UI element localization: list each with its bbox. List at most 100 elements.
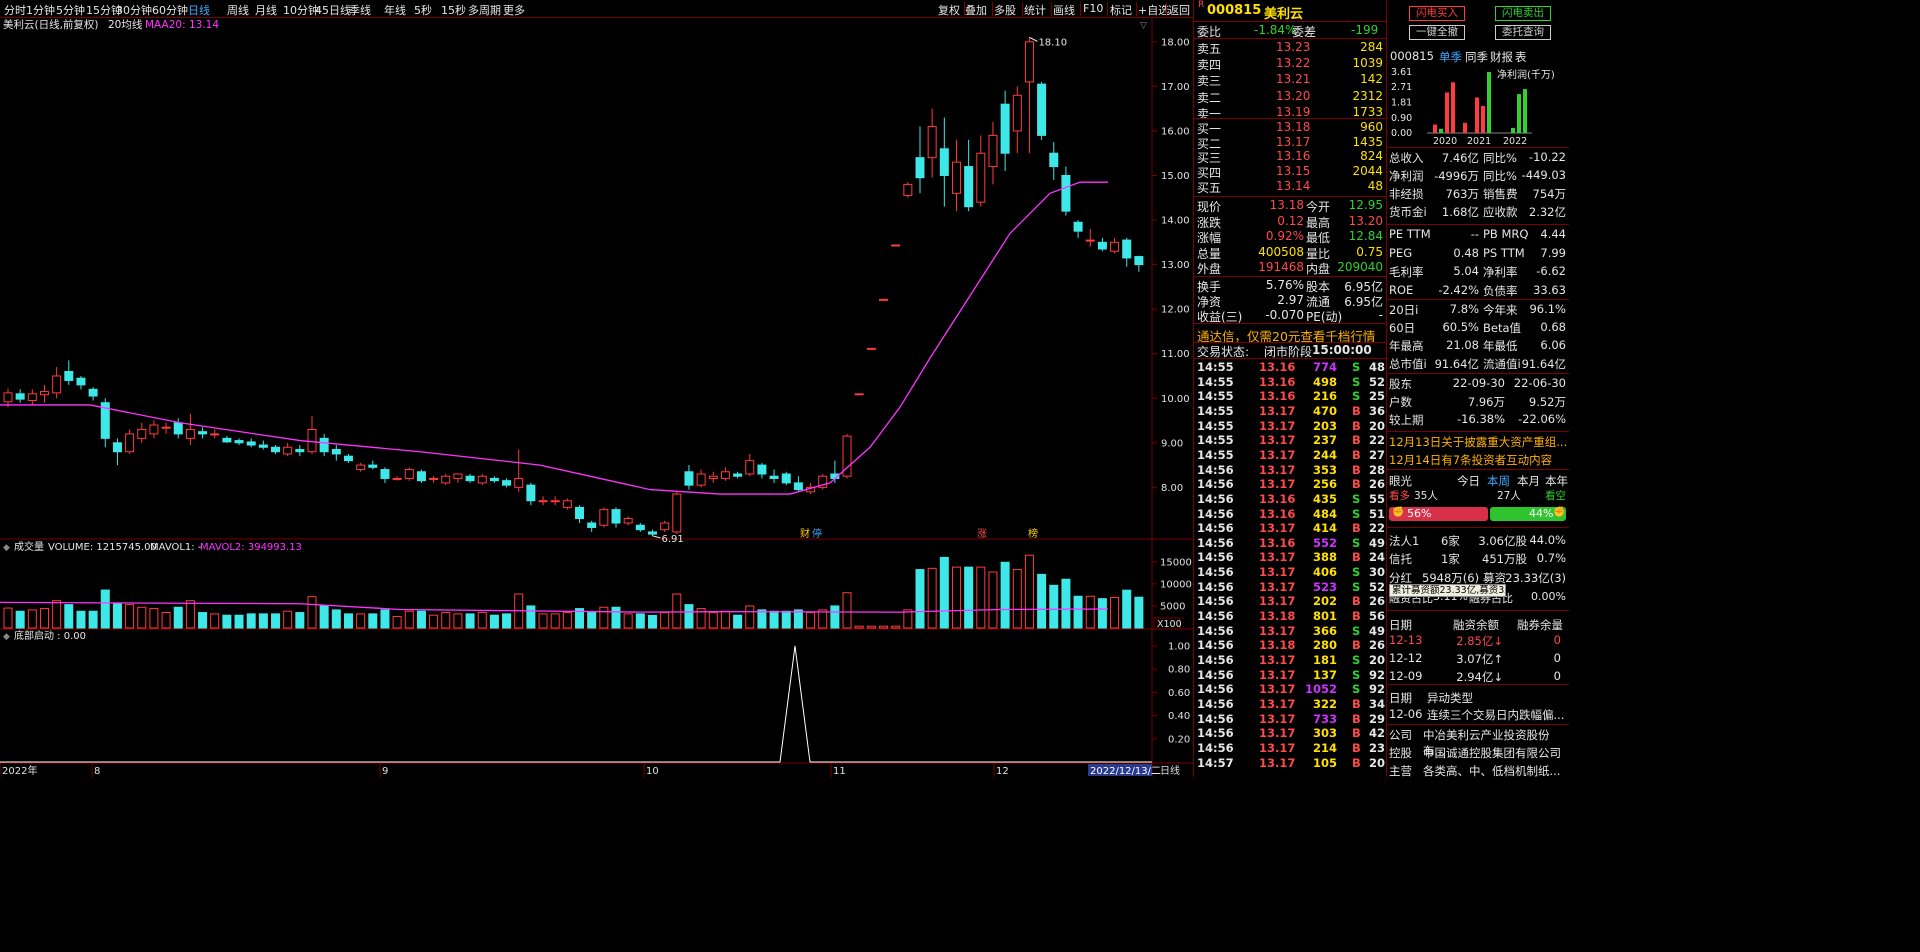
- toolbar-btn-6[interactable]: 标记: [1110, 2, 1132, 18]
- price-tick-label: 14.00: [1161, 216, 1190, 227]
- eye-tab-0[interactable]: 今日: [1457, 473, 1480, 489]
- flash-buy-button[interactable]: 闪电买入: [1409, 6, 1465, 21]
- period-tab-2[interactable]: 5分钟: [56, 2, 85, 18]
- bull-count: 35人: [1414, 490, 1438, 502]
- period-tab-6[interactable]: 日线: [188, 2, 210, 18]
- collapse-icon[interactable]: ◆: [3, 543, 10, 553]
- toolbar-btn-3[interactable]: 统计: [1024, 2, 1046, 18]
- abnormal-type: 连续三个交易日内跌幅偏...: [1427, 708, 1565, 722]
- event-marker[interactable]: 停: [812, 527, 822, 540]
- eye-tab-3[interactable]: 本年: [1545, 473, 1568, 489]
- collapse-icon[interactable]: ◆: [3, 632, 10, 642]
- f10-tab-1[interactable]: 同季: [1465, 49, 1488, 65]
- period-tab-0[interactable]: 分时: [4, 2, 26, 18]
- f10-tab-2[interactable]: 财报: [1490, 49, 1513, 65]
- candle: [125, 429, 135, 454]
- toolbar-btn-1[interactable]: 叠加: [965, 2, 987, 18]
- volume-tick-label: 10000: [1160, 579, 1192, 590]
- event-marker[interactable]: 榜: [1028, 527, 1038, 540]
- bull-icon[interactable]: ✊: [1392, 507, 1404, 518]
- ask-volume: 1039: [1352, 56, 1383, 71]
- period-tab-11[interactable]: 季线: [349, 2, 371, 18]
- toolbar-btn-2[interactable]: 多股: [994, 2, 1016, 18]
- company-value: 中国诚通控股集团有限公司: [1423, 746, 1561, 760]
- tick-count: 55: [1368, 491, 1385, 506]
- volume-bar: [343, 613, 353, 629]
- section-divider: [1387, 147, 1569, 148]
- price-tick-label: 13.00: [1161, 260, 1190, 271]
- candle: [951, 139, 961, 212]
- order-query-button[interactable]: 委托查询: [1495, 25, 1551, 40]
- toolbar-btn-5[interactable]: F10: [1083, 2, 1103, 15]
- period-tab-8[interactable]: 月线: [255, 2, 277, 18]
- f10-tab-0[interactable]: 单季: [1439, 49, 1462, 65]
- candle: [1037, 81, 1047, 140]
- news-item[interactable]: 12月14日有7条投资者互动内容: [1389, 452, 1552, 468]
- flash-sell-button[interactable]: 闪电卖出: [1495, 6, 1551, 21]
- volume-bar: [502, 613, 512, 629]
- chart-legend-ma-value: MAA20: 13.14: [145, 19, 219, 31]
- price-tick-label: 9.00: [1161, 438, 1183, 449]
- period-tab-14[interactable]: 15秒: [441, 2, 466, 18]
- candle: [550, 496, 560, 506]
- news-item[interactable]: 12月13日关于披露重大资产重组...: [1389, 434, 1567, 450]
- section-divider: [1194, 21, 1387, 22]
- f10-tab-3[interactable]: 表: [1515, 49, 1527, 65]
- margin-header: 融券余量: [1517, 618, 1563, 632]
- period-tab-12[interactable]: 年线: [384, 2, 406, 18]
- period-tab-1[interactable]: 1分钟: [26, 2, 55, 18]
- candle: [976, 135, 986, 207]
- tick-count: 28: [1368, 462, 1385, 477]
- profit-bar: [1487, 72, 1491, 133]
- collapse-icon[interactable]: ▽: [1140, 21, 1147, 31]
- period-tab-7[interactable]: 周线: [227, 2, 249, 18]
- eye-tab-2[interactable]: 本月: [1517, 473, 1540, 489]
- volume-bar: [453, 613, 463, 629]
- chart-area[interactable]: 美利云(日线,前复权) 20均线 MAA20: 13.14 ▽ 18.00 17.00 16…: [0, 18, 1193, 777]
- event-marker[interactable]: 涨: [977, 528, 987, 540]
- volume-bar: [660, 612, 670, 629]
- stock-name: 美利云: [1264, 7, 1304, 22]
- candle: [927, 108, 937, 178]
- candle: [15, 389, 25, 403]
- toolbar-btn-0[interactable]: 复权: [938, 2, 960, 18]
- stat-value: 12.84: [1348, 229, 1383, 243]
- toolbar-divider: [1022, 2, 1023, 16]
- abnormal-header: 日期: [1389, 691, 1412, 705]
- performance-value: 6.06: [1540, 338, 1566, 352]
- toolbar-btn-8[interactable]: 返回: [1168, 2, 1190, 18]
- volume-bar: [1110, 596, 1120, 629]
- candle: [441, 473, 451, 486]
- candle: [891, 244, 901, 247]
- period-toolbar: 分时 1分钟 5分钟 15分钟 30分钟 60分钟 日线 周线 月线 10分钟 45日线 季线 年线 5秒…: [0, 0, 1193, 18]
- profit-bar: [1451, 82, 1455, 133]
- period-tab-5[interactable]: 60分钟: [152, 2, 188, 18]
- volume-bar: [733, 614, 743, 629]
- volume-bar: [745, 605, 755, 629]
- period-tab-13[interactable]: 5秒: [414, 2, 432, 18]
- period-tab-10[interactable]: 45日线: [315, 2, 351, 18]
- eye-tab-1[interactable]: 本周: [1487, 473, 1510, 489]
- profit-bar: [1445, 92, 1449, 133]
- period-tab-15[interactable]: 多周期: [468, 2, 501, 18]
- volume-bar: [854, 625, 864, 629]
- toolbar-btn-4[interactable]: 画线: [1053, 2, 1075, 18]
- institution-percent: 0.7%: [1536, 551, 1566, 565]
- candle: [502, 478, 512, 488]
- toolbar-btn-7[interactable]: +自选: [1138, 2, 1169, 18]
- bear-percent: 44%: [1529, 507, 1554, 520]
- profit-bar: [1475, 97, 1479, 133]
- indicator-tick-label: 0.60: [1168, 688, 1190, 699]
- event-marker[interactable]: 财: [800, 527, 810, 540]
- volume-bar: [295, 612, 305, 629]
- period-tab-4[interactable]: 30分钟: [116, 2, 152, 18]
- volume-bar: [307, 596, 317, 629]
- period-tab-16[interactable]: 更多: [503, 2, 525, 18]
- stat-value: 13.20: [1348, 213, 1383, 228]
- period-tab-9[interactable]: 10分钟: [283, 2, 319, 18]
- cancel-all-button[interactable]: 一键全撤: [1409, 25, 1465, 40]
- candle: [198, 427, 208, 439]
- abnormal-header: 异动类型: [1427, 691, 1473, 705]
- volume-bar: [404, 610, 414, 629]
- bear-icon[interactable]: ✊: [1553, 507, 1565, 518]
